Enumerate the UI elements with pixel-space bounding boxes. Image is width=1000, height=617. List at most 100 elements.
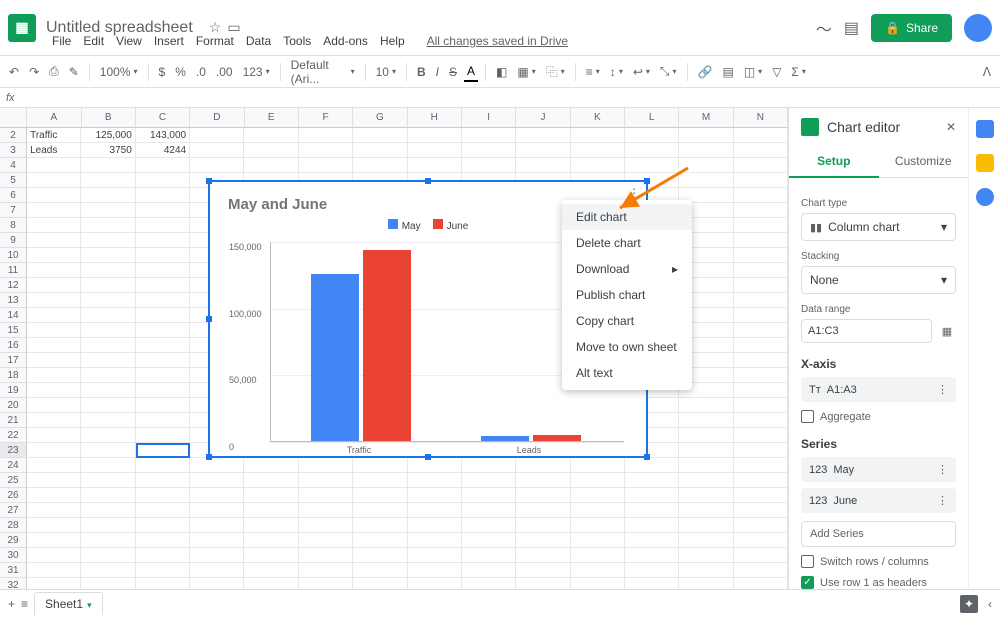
row-header[interactable]: 15 — [0, 323, 27, 338]
row-header[interactable]: 25 — [0, 473, 27, 488]
cell[interactable] — [299, 518, 353, 533]
cell[interactable] — [136, 473, 190, 488]
switch-rows-cols-checkbox[interactable]: Switch rows / columns — [801, 555, 956, 568]
cell[interactable] — [136, 233, 190, 248]
row-header[interactable]: 30 — [0, 548, 27, 563]
cell[interactable] — [734, 203, 788, 218]
cell[interactable] — [190, 548, 244, 563]
col-header[interactable]: L — [625, 108, 679, 128]
cell[interactable] — [299, 473, 353, 488]
cell[interactable] — [81, 278, 135, 293]
cell[interactable] — [244, 158, 298, 173]
cell[interactable] — [679, 398, 733, 413]
cell[interactable] — [81, 173, 135, 188]
all-sheets-icon[interactable]: ≡ — [21, 597, 28, 611]
cell[interactable] — [27, 503, 81, 518]
row-header[interactable]: 22 — [0, 428, 27, 443]
row-header[interactable]: 18 — [0, 368, 27, 383]
chart-type-select[interactable]: ▮▮Column chart▾ — [801, 213, 956, 241]
row-header[interactable]: 6 — [0, 188, 27, 203]
cell[interactable] — [27, 473, 81, 488]
cell[interactable] — [679, 428, 733, 443]
col-header[interactable]: M — [679, 108, 733, 128]
more-icon[interactable]: ⋮ — [937, 494, 948, 507]
cell[interactable] — [27, 428, 81, 443]
font-dropdown[interactable]: Default (Ari... — [288, 56, 358, 88]
cell[interactable] — [299, 488, 353, 503]
row-header[interactable]: 20 — [0, 398, 27, 413]
row-header[interactable]: 17 — [0, 353, 27, 368]
stacking-select[interactable]: None▾ — [801, 266, 956, 294]
cell[interactable]: 3750 — [81, 143, 135, 158]
filter-icon[interactable]: ▽ — [769, 63, 784, 81]
cell[interactable] — [625, 473, 679, 488]
cell[interactable] — [625, 143, 679, 158]
cell[interactable] — [81, 473, 135, 488]
cell[interactable] — [734, 443, 788, 458]
cell[interactable] — [81, 563, 135, 578]
cell[interactable] — [190, 473, 244, 488]
cell[interactable] — [244, 548, 298, 563]
cell[interactable] — [190, 458, 244, 473]
cell[interactable] — [679, 518, 733, 533]
cell[interactable] — [136, 308, 190, 323]
cell[interactable] — [81, 383, 135, 398]
cell[interactable] — [734, 368, 788, 383]
ctx-move-own-sheet[interactable]: Move to own sheet — [562, 334, 692, 360]
cell[interactable] — [244, 128, 298, 143]
cell[interactable] — [625, 578, 679, 589]
cell[interactable] — [734, 488, 788, 503]
zoom-dropdown[interactable]: 100% — [97, 63, 141, 81]
cell[interactable] — [516, 503, 570, 518]
cell[interactable] — [27, 353, 81, 368]
cell[interactable] — [299, 578, 353, 589]
cell[interactable] — [734, 428, 788, 443]
cell[interactable]: 125,000 — [81, 128, 135, 143]
cell[interactable] — [734, 218, 788, 233]
tasks-icon[interactable] — [976, 188, 994, 206]
cell[interactable] — [679, 473, 733, 488]
cell[interactable] — [571, 563, 625, 578]
cell[interactable] — [81, 233, 135, 248]
cell[interactable] — [516, 143, 570, 158]
cell[interactable] — [353, 473, 407, 488]
cell[interactable] — [244, 518, 298, 533]
cell[interactable] — [299, 548, 353, 563]
cell[interactable] — [353, 533, 407, 548]
cell[interactable] — [679, 533, 733, 548]
cell[interactable] — [27, 398, 81, 413]
cell[interactable] — [679, 458, 733, 473]
cell[interactable] — [27, 383, 81, 398]
cell[interactable] — [27, 563, 81, 578]
cell[interactable] — [571, 503, 625, 518]
spreadsheet-grid[interactable]: ABCDEFGHIJKLMN 2Traffic125,000143,0003Le… — [0, 108, 788, 589]
col-header[interactable]: K — [571, 108, 625, 128]
cell[interactable] — [734, 413, 788, 428]
cell[interactable] — [27, 578, 81, 589]
merge-icon[interactable]: ⿻ — [543, 61, 568, 82]
row-header[interactable]: 2 — [0, 128, 27, 143]
cell[interactable] — [27, 278, 81, 293]
col-header[interactable]: N — [734, 108, 788, 128]
col-header[interactable]: F — [299, 108, 353, 128]
cell[interactable] — [516, 578, 570, 589]
cell[interactable] — [27, 338, 81, 353]
cell[interactable] — [734, 278, 788, 293]
comments-icon[interactable]: ▤ — [844, 18, 859, 38]
cell[interactable] — [27, 248, 81, 263]
cell[interactable] — [734, 383, 788, 398]
cell[interactable] — [190, 563, 244, 578]
cell[interactable] — [244, 533, 298, 548]
cell[interactable] — [734, 503, 788, 518]
row-header[interactable]: 10 — [0, 248, 27, 263]
cell[interactable] — [353, 503, 407, 518]
cell[interactable] — [81, 458, 135, 473]
cell[interactable] — [136, 203, 190, 218]
more-icon[interactable]: ⋮ — [937, 383, 948, 396]
cell[interactable] — [734, 263, 788, 278]
menu-addons[interactable]: Add-ons — [318, 32, 373, 50]
cell[interactable] — [244, 473, 298, 488]
cell[interactable] — [679, 563, 733, 578]
cell[interactable] — [190, 488, 244, 503]
chart-icon[interactable]: ◫ — [741, 63, 765, 81]
